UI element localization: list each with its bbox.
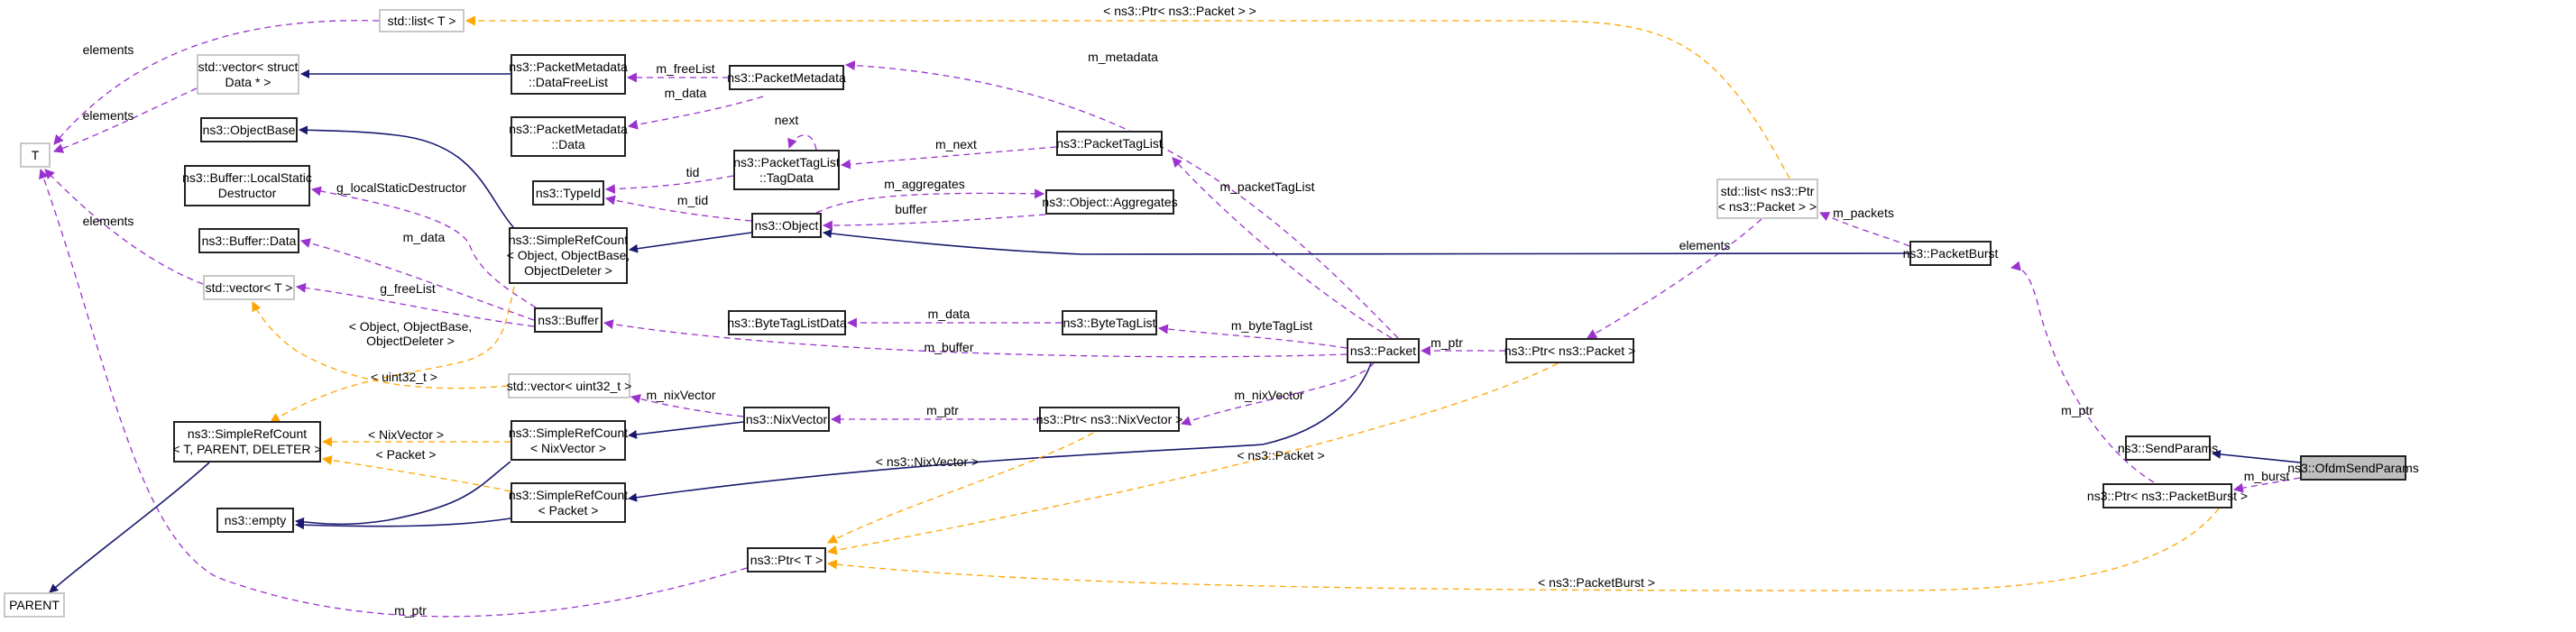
edge-inheritance-object-to-simple-ref-count-object [629,232,752,253]
class-node-std-vector-uint32: std::vector< uint32_t > [507,373,631,398]
class-node-empty[interactable]: ns3::empty [216,508,294,533]
edge-usage-packet-tag-list-tag-data-to-packet-tag-list-tag-data [787,134,817,151]
class-node-std-list-ptr-packet: std::list< ns3::Ptr < ns3::Packet > > [1716,179,1818,219]
edge-label: g_localStaticDestructor [336,180,466,195]
class-node-buffer[interactable]: ns3::Buffer [534,307,603,333]
class-node-nix-vector[interactable]: ns3::NixVector [743,407,830,432]
edge-label: < NixVector > [367,427,445,442]
edge-label: < ns3::Packet > [1237,448,1325,463]
edge-label: m_freeList [656,61,715,76]
edge-template-simple-ref-count-packet-to-simple-ref-count-generic [321,455,511,492]
edge-label: m_aggregates [884,177,965,191]
edge-usage-packet-tag-list-tag-data-to-type-id [604,175,734,195]
class-node-ptr-nix-vector[interactable]: ns3::Ptr< ns3::NixVector > [1036,407,1182,432]
edge-label: m_data [927,307,971,321]
edge-inheritance-simple-ref-count-nix-vector-to-empty [295,461,511,527]
edge-label: g_freeList [380,281,436,296]
class-node-std-vector-struct-data: std::vector< struct Data * > [197,54,299,95]
class-node-buffer-local-static-destructor[interactable]: ns3::Buffer::LocalStatic Destructor [182,165,312,206]
edge-usage-std-list-ptr-packet-to-ptr-packet [1587,218,1762,339]
edge-label: m_nixVector [646,388,716,402]
edge-label: m_metadata [1088,50,1158,64]
edge-inheritance-nix-vector-to-simple-ref-count-nix-vector [628,421,744,439]
class-node-simple-ref-count-packet[interactable]: ns3::SimpleRefCount < Packet > [509,482,628,523]
class-node-type-id[interactable]: ns3::TypeId [532,180,604,206]
edge-label: < uint32_t > [371,370,437,384]
class-node-ptr-packet-burst[interactable]: ns3::Ptr< ns3::PacketBurst > [2087,483,2248,508]
class-node-packet-tag-list[interactable]: ns3::PacketTagList [1056,131,1163,156]
class-node-object-base[interactable]: ns3::ObjectBase [200,117,298,142]
edge-label: m_ptr [926,403,959,417]
class-node-parent: PARENT [4,592,65,618]
edge-label: < Packet > [375,447,437,462]
edge-label: < ns3::Ptr< ns3::Packet > > [1103,4,1256,18]
class-node-object[interactable]: ns3::Object [751,213,822,238]
edge-label: < ns3::NixVector > [875,454,980,469]
class-node-send-params[interactable]: ns3::SendParams [2118,435,2218,461]
class-node-byte-tag-list-data[interactable]: ns3::ByteTagListData [727,310,847,335]
edge-label: m_ptr [2061,403,2093,417]
class-node-packet-metadata-data[interactable]: ns3::PacketMetadata ::Data [509,116,628,157]
edge-label: m_data [402,230,446,244]
edge-usage-buffer-to-buffer-data [299,238,535,321]
class-node-packet-metadata-data-free-list[interactable]: ns3::PacketMetadata ::DataFreeList [509,54,628,95]
edge-label: m_packets [1833,206,1894,220]
edge-usage-packet-metadata-to-packet-metadata-data [627,96,764,130]
class-node-simple-ref-count-generic[interactable]: ns3::SimpleRefCount < T, PARENT, DELETER… [172,421,322,463]
edge-label: next [774,113,799,127]
edge-label: buffer [895,202,927,216]
class-node-ofdm-send-params[interactable]: ns3::OfdmSendParams [2287,455,2419,481]
edge-label: elements [82,108,134,123]
class-node-t: T [20,142,51,168]
edge-label: m_ptr [394,603,427,618]
class-node-ptr-packet[interactable]: ns3::Ptr< ns3::Packet > [1504,338,1635,363]
edge-label: tid [685,165,700,179]
edge-inheritance-packet-burst-to-object [823,229,1910,255]
edge-usage-object-aggregates-to-object [822,214,1046,231]
edge-template-ptr-packet-burst-to-ptr-t [826,508,2220,591]
edge-label: m_packetTagList [1219,179,1315,194]
class-node-std-list-t: std::list< T > [379,9,465,32]
edge-usage-object-to-object-aggregates [815,188,1045,214]
class-node-packet[interactable]: ns3::Packet [1347,338,1420,363]
edge-label: < ns3::PacketBurst > [1538,575,1655,590]
edge-label: m_tid [676,193,709,207]
collaboration-diagram [39,15,2301,618]
edge-label: m_ptr [1431,335,1463,350]
class-node-byte-tag-list[interactable]: ns3::ByteTagList [1062,310,1157,335]
edge-label: m_buffer [924,340,974,354]
edge-label: m_next [935,137,977,151]
class-node-packet-metadata[interactable]: ns3::PacketMetadata [727,65,846,90]
edge-label: m_byteTagList [1230,318,1313,333]
edge-label: < Object, ObjectBase, ObjectDeleter > [348,319,473,348]
edge-label: m_nixVector [1234,388,1304,402]
class-node-packet-tag-list-tag-data[interactable]: ns3::PacketTagList ::TagData [733,150,840,190]
edge-usage-ptr-t-to-t [39,168,748,618]
edge-label: elements [1679,238,1731,252]
class-node-simple-ref-count-nix-vector[interactable]: ns3::SimpleRefCount < NixVector > [509,420,628,461]
edge-inheritance-packet-to-simple-ref-count-packet [628,362,1372,502]
edge-label: m_burst [2243,469,2290,483]
edge-label: elements [82,42,134,57]
edge-template-simple-ref-count-object-to-simple-ref-count-generic [270,286,515,423]
edge-inheritance-simple-ref-count-packet-to-empty [295,518,511,530]
edge-inheritance-simple-ref-count-object-to-object-base [299,125,515,229]
class-node-ptr-t[interactable]: ns3::Ptr< T > [747,547,826,572]
class-node-buffer-data[interactable]: ns3::Buffer::Data [198,228,299,253]
edge-inheritance-simple-ref-count-generic-to-parent [49,462,210,593]
class-node-object-aggregates[interactable]: ns3::Object::Aggregates [1042,189,1178,215]
edge-label: elements [82,214,134,228]
class-node-simple-ref-count-object[interactable]: ns3::SimpleRefCount < Object, ObjectBase… [507,227,630,284]
class-node-packet-burst[interactable]: ns3::PacketBurst [1903,241,1998,266]
edge-label: m_data [664,86,707,100]
class-node-std-vector-t: std::vector< T > [203,275,295,300]
